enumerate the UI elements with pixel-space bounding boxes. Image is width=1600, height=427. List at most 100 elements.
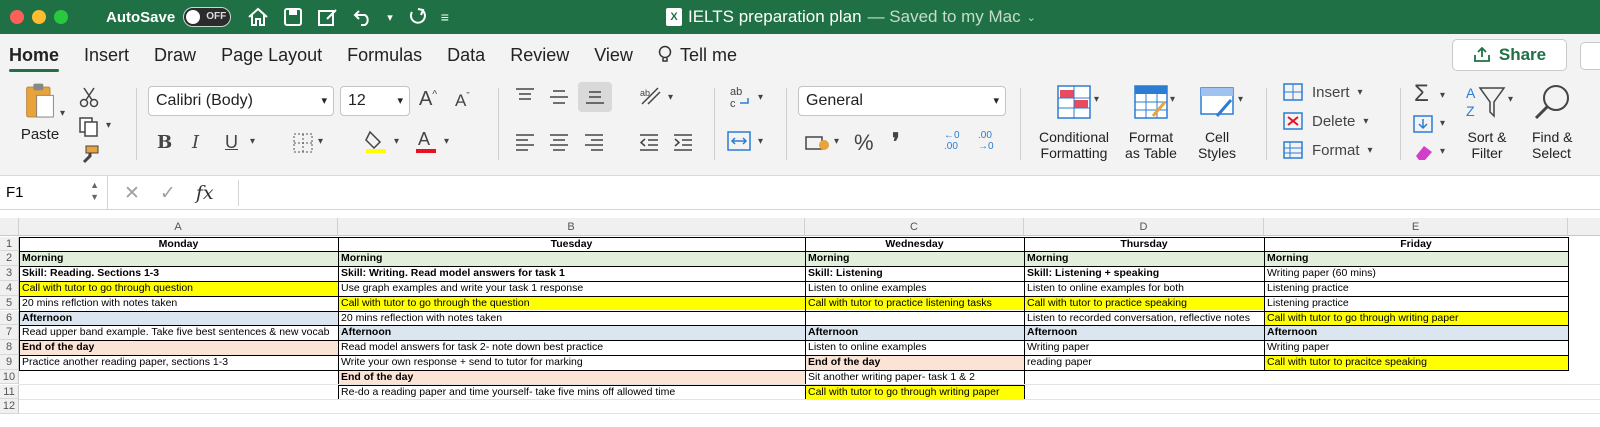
borders-chevron-icon[interactable]: ▾ bbox=[318, 136, 323, 147]
zoom-window-button[interactable] bbox=[54, 10, 68, 24]
autosum-icon[interactable]: Σ bbox=[1414, 80, 1429, 108]
find-select-button[interactable]: Find & Select bbox=[1524, 82, 1600, 161]
insert-cells-button[interactable]: Insert ▾ bbox=[1282, 82, 1363, 102]
tab-view[interactable]: View bbox=[585, 34, 649, 76]
cell-e10[interactable] bbox=[1264, 370, 1568, 385]
copy-icon[interactable] bbox=[78, 116, 100, 138]
cell-c2[interactable]: Morning bbox=[805, 251, 1024, 267]
column-header-a[interactable]: A bbox=[19, 218, 338, 236]
edit-icon[interactable] bbox=[317, 7, 339, 27]
format-as-table-chevron-icon[interactable]: ▾ bbox=[1170, 94, 1175, 105]
accounting-format-icon[interactable] bbox=[804, 132, 830, 154]
autosave-toggle[interactable]: OFF bbox=[183, 7, 232, 27]
align-bottom-button[interactable] bbox=[578, 82, 612, 112]
tab-page-layout[interactable]: Page Layout bbox=[212, 34, 338, 76]
column-header-f[interactable] bbox=[1568, 218, 1600, 236]
cell-b6[interactable]: 20 mins reflection with notes taken bbox=[338, 311, 805, 326]
row-header-2[interactable]: 2 bbox=[0, 251, 19, 267]
customize-toolbar-icon[interactable]: ≡ bbox=[441, 9, 449, 25]
name-box-stepper-icon[interactable]: ▲ ▼ bbox=[90, 179, 99, 203]
paste-chevron-icon[interactable]: ▾ bbox=[60, 108, 65, 119]
cell-b3[interactable]: Skill: Writing. Read model answers for t… bbox=[338, 266, 805, 281]
font-color-icon[interactable]: A bbox=[414, 128, 438, 154]
sort-filter-chevron-icon[interactable]: ▾ bbox=[1508, 94, 1513, 105]
bold-button[interactable]: B bbox=[157, 132, 172, 153]
decrease-decimal-button[interactable]: .00 →0 bbox=[978, 130, 994, 152]
borders-icon[interactable] bbox=[292, 132, 314, 154]
tell-me[interactable]: Tell me bbox=[649, 34, 753, 76]
delete-cells-button[interactable]: Delete ▾ bbox=[1282, 111, 1368, 131]
fill-color-chevron-icon[interactable]: ▾ bbox=[394, 136, 399, 147]
tab-home[interactable]: Home bbox=[0, 34, 75, 76]
comma-style-button[interactable]: ❜ bbox=[892, 128, 900, 157]
cell-a7[interactable]: Read upper band example. Take five best … bbox=[19, 325, 338, 340]
clear-icon[interactable] bbox=[1412, 142, 1436, 162]
row-header-12[interactable]: 12 bbox=[0, 399, 19, 415]
cell-b4[interactable]: Use graph examples and write your task 1… bbox=[338, 281, 805, 296]
cell-e7[interactable]: Afternoon bbox=[1264, 325, 1568, 341]
align-top-icon[interactable] bbox=[514, 86, 536, 104]
cell-d3[interactable]: Skill: Listening + speaking bbox=[1024, 266, 1264, 281]
undo-icon[interactable] bbox=[353, 7, 373, 27]
align-left-icon[interactable] bbox=[514, 133, 536, 151]
undo-dropdown-chevron-icon[interactable]: ▾ bbox=[387, 11, 393, 24]
cell-a3[interactable]: Skill: Reading. Sections 1-3 bbox=[19, 266, 338, 281]
cell-c5[interactable]: Call with tutor to practice listening ta… bbox=[805, 295, 1024, 311]
cell-c9[interactable]: End of the day bbox=[805, 354, 1024, 370]
font-color-chevron-icon[interactable]: ▾ bbox=[444, 136, 449, 147]
cell-c8[interactable]: Listen to online examples bbox=[805, 340, 1024, 355]
cell-a11[interactable] bbox=[19, 385, 338, 400]
autosum-chevron-icon[interactable]: ▾ bbox=[1440, 90, 1445, 101]
wrap-text-chevron-icon[interactable]: ▾ bbox=[758, 92, 763, 103]
cell-e6[interactable]: Call with tutor to go through writing pa… bbox=[1264, 310, 1568, 326]
clear-chevron-icon[interactable]: ▾ bbox=[1440, 146, 1445, 157]
cell-a10[interactable] bbox=[19, 370, 338, 385]
cell-e1[interactable]: Friday bbox=[1264, 237, 1568, 252]
save-icon[interactable] bbox=[283, 7, 303, 27]
column-header-d[interactable]: D bbox=[1024, 218, 1264, 236]
enter-icon[interactable]: ✓ bbox=[160, 182, 176, 205]
accounting-chevron-icon[interactable]: ▾ bbox=[834, 136, 839, 147]
cell-c1[interactable]: Wednesday bbox=[805, 237, 1024, 252]
tab-review[interactable]: Review bbox=[501, 34, 585, 76]
cell-a1[interactable]: Monday bbox=[19, 237, 338, 252]
font-size-select[interactable]: 12 ▾ bbox=[340, 86, 410, 116]
cell-b8[interactable]: Read model answers for task 2- note down… bbox=[338, 340, 805, 355]
close-window-button[interactable] bbox=[10, 10, 24, 24]
cell-e8[interactable]: Writing paper bbox=[1264, 340, 1568, 355]
merge-center-icon[interactable] bbox=[726, 130, 752, 152]
merge-center-chevron-icon[interactable]: ▾ bbox=[758, 136, 763, 147]
cell-a9[interactable]: Practice another reading paper, sections… bbox=[19, 355, 338, 370]
cell-d8[interactable]: Writing paper bbox=[1024, 340, 1264, 355]
cell-a5[interactable]: 20 mins reflction with notes taken bbox=[19, 296, 338, 311]
align-right-icon[interactable] bbox=[583, 133, 605, 151]
name-box[interactable]: F1 ▲ ▼ bbox=[0, 176, 108, 210]
number-format-select[interactable]: General ▾ bbox=[798, 86, 1006, 116]
column-header-c[interactable]: C bbox=[805, 218, 1024, 236]
align-center-icon[interactable] bbox=[548, 133, 570, 151]
row-header-6[interactable]: 6 bbox=[0, 310, 19, 326]
tab-data[interactable]: Data bbox=[438, 34, 501, 76]
fill-chevron-icon[interactable]: ▾ bbox=[1440, 118, 1445, 129]
cell-a2[interactable]: Morning bbox=[19, 251, 338, 267]
conditional-formatting-button[interactable]: Conditional Formatting bbox=[1034, 82, 1114, 161]
cell-e2[interactable]: Morning bbox=[1264, 251, 1568, 267]
row-header-3[interactable]: 3 bbox=[0, 266, 19, 281]
cut-icon[interactable] bbox=[78, 86, 100, 108]
cancel-icon[interactable]: ✕ bbox=[124, 182, 140, 205]
cell-c4[interactable]: Listen to online examples bbox=[805, 281, 1024, 296]
tab-formulas[interactable]: Formulas bbox=[338, 34, 438, 76]
cell-b7[interactable]: Afternoon bbox=[338, 325, 805, 341]
fill-color-icon[interactable] bbox=[364, 128, 388, 154]
row-header-4[interactable]: 4 bbox=[0, 280, 19, 296]
italic-button[interactable]: I bbox=[192, 132, 199, 153]
cell-c6[interactable] bbox=[805, 311, 1024, 326]
cell-c10[interactable]: Sit another writing paper- task 1 & 2 bbox=[805, 370, 1024, 385]
decrease-indent-icon[interactable] bbox=[638, 133, 660, 151]
format-painter-icon[interactable] bbox=[78, 144, 100, 166]
fill-icon[interactable] bbox=[1412, 114, 1434, 134]
cell-b10[interactable]: End of the day bbox=[338, 369, 805, 385]
cell-d2[interactable]: Morning bbox=[1024, 251, 1264, 267]
underline-button[interactable]: U bbox=[225, 132, 238, 153]
cell-e3[interactable]: Writing paper (60 mins) bbox=[1264, 266, 1568, 281]
